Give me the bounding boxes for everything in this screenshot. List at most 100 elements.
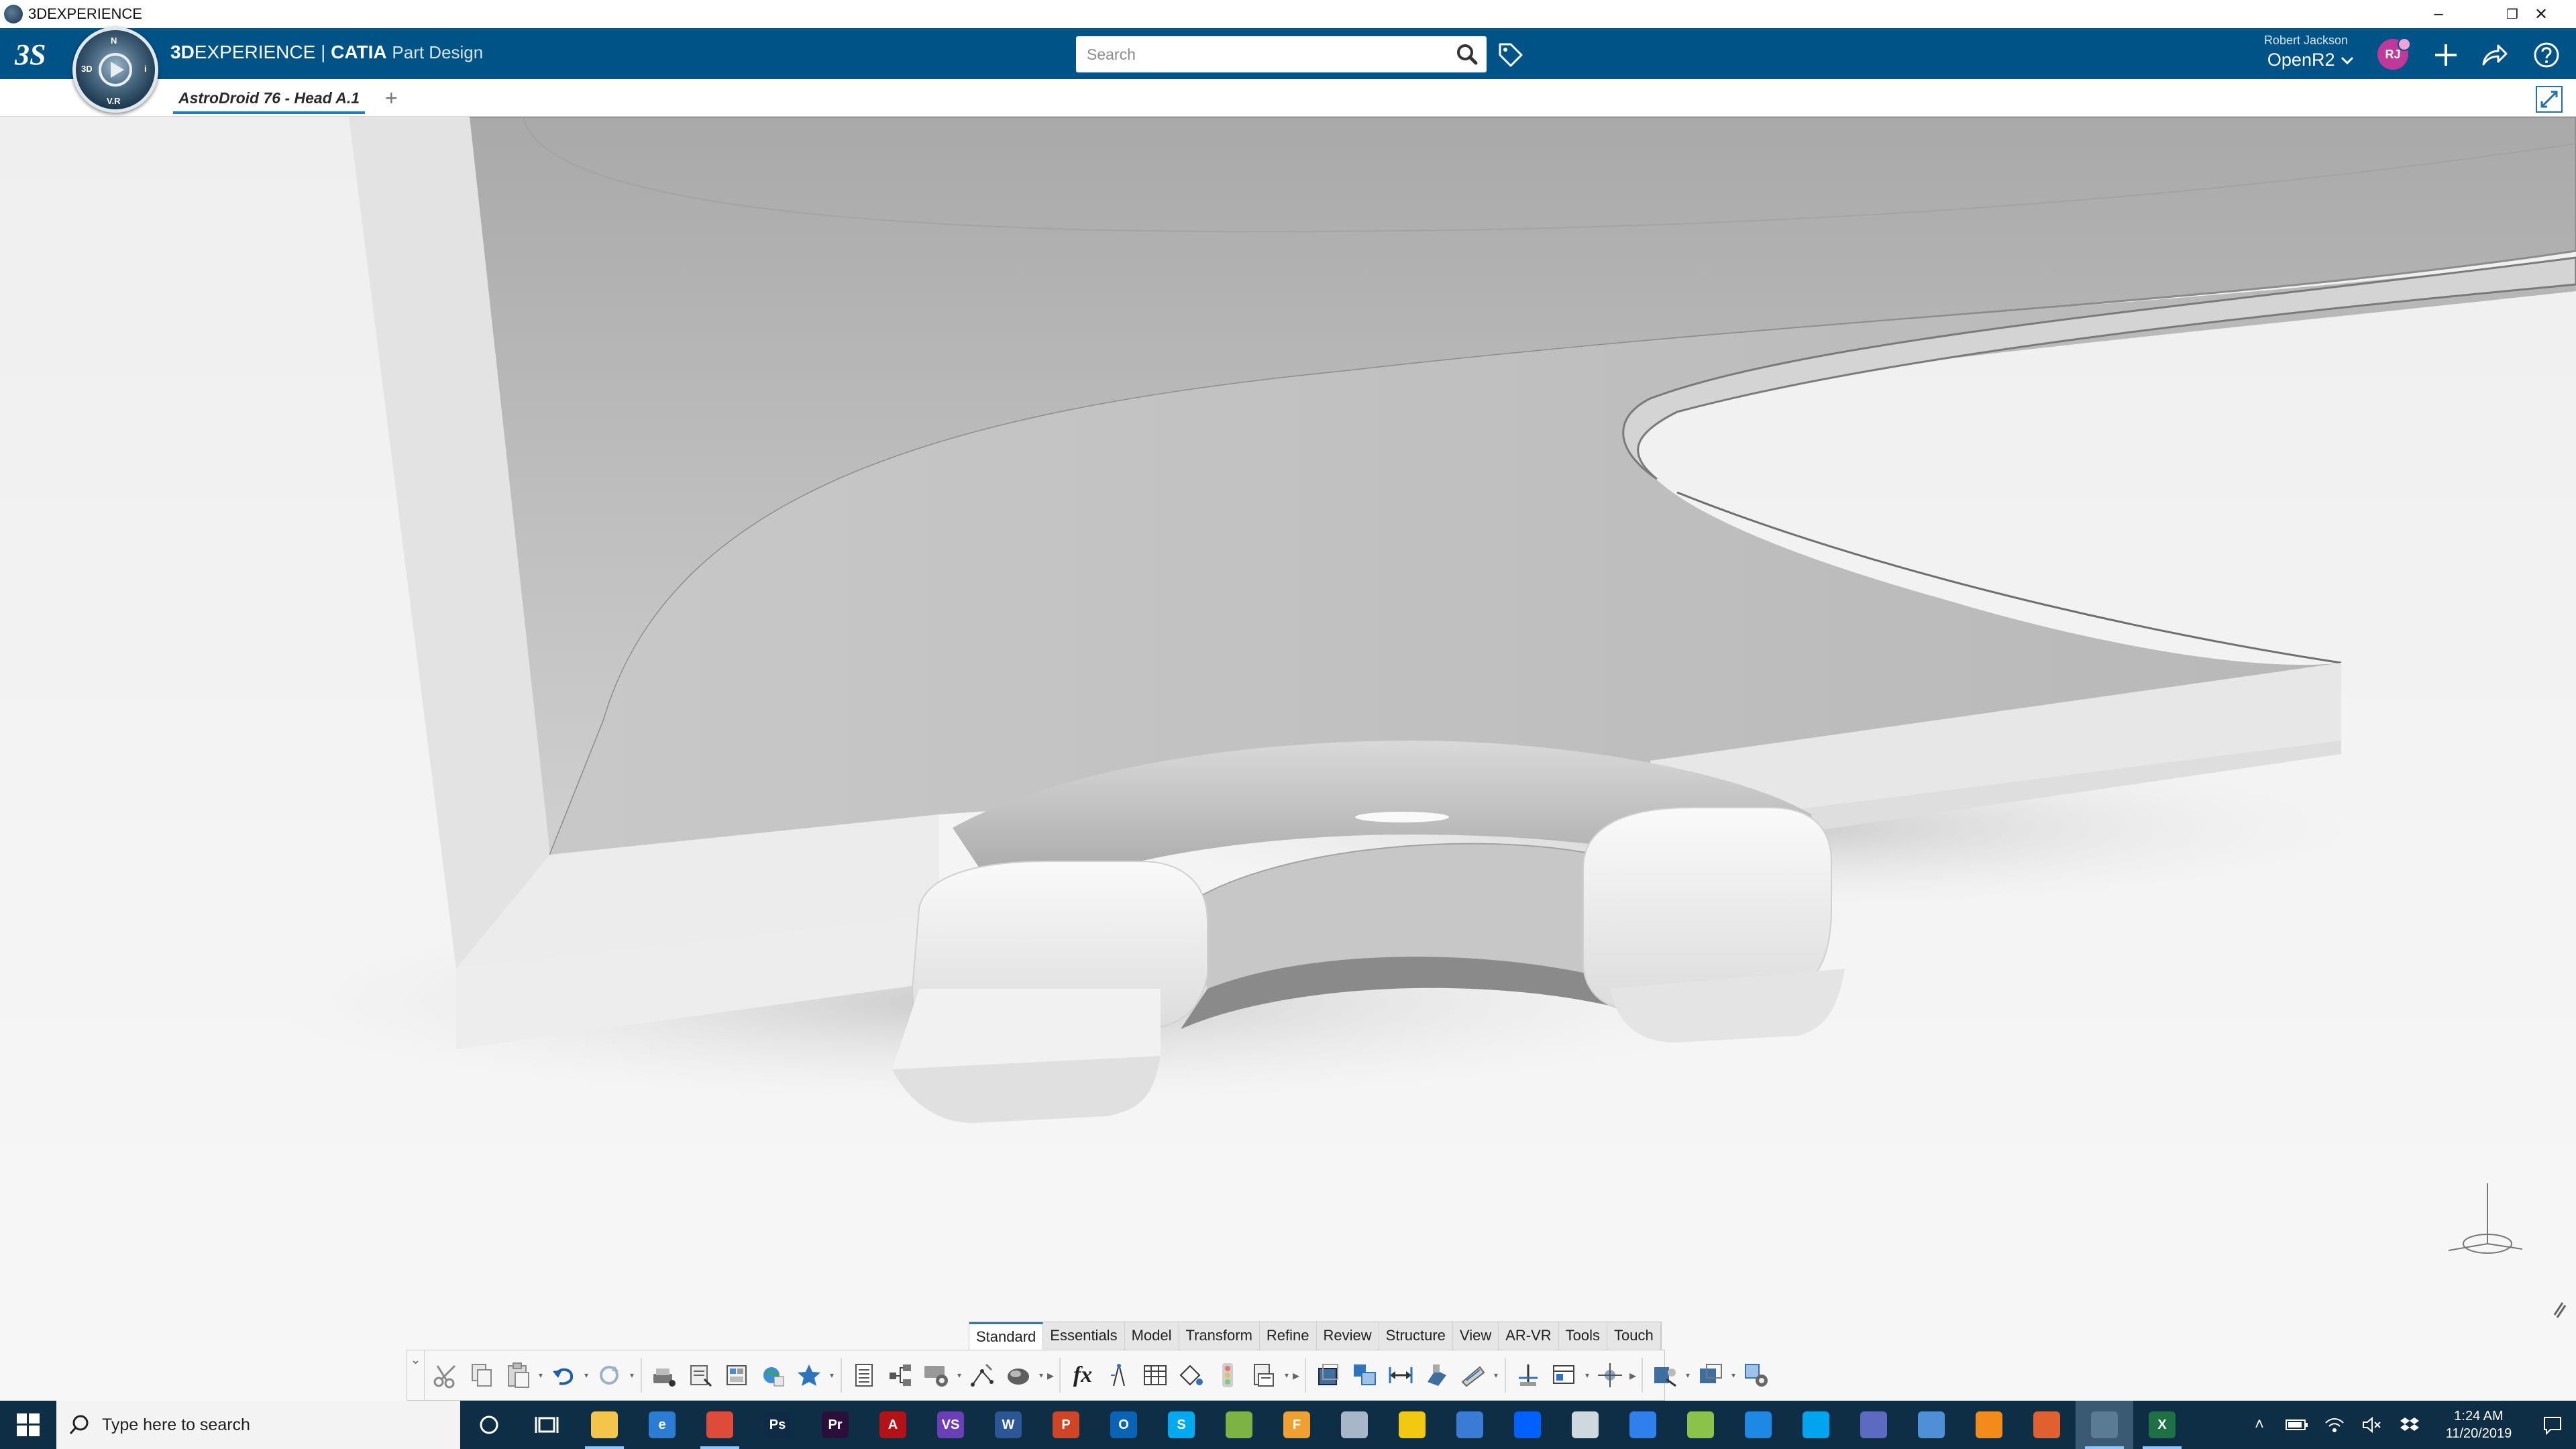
taskbar-app-virtualbox[interactable] bbox=[1326, 1401, 1383, 1449]
dassault-logo-icon[interactable]: 3S bbox=[13, 35, 60, 72]
render-style-button[interactable] bbox=[1000, 1356, 1036, 1395]
paste-button[interactable] bbox=[500, 1356, 536, 1395]
tree-button[interactable] bbox=[882, 1356, 918, 1395]
settings-dropdown-icon[interactable]: ▾ bbox=[955, 1371, 964, 1380]
publish-dropdown-icon[interactable]: ▾ bbox=[1683, 1371, 1693, 1380]
measure-button[interactable] bbox=[964, 1356, 1000, 1395]
section-button[interactable] bbox=[1310, 1356, 1346, 1395]
taskbar-app-acrobat[interactable]: A bbox=[864, 1401, 922, 1449]
undo-dropdown-icon[interactable]: ▾ bbox=[582, 1371, 591, 1380]
taskbar-app-remote-desktop[interactable] bbox=[1902, 1401, 1960, 1449]
taskbar-app-word[interactable]: W bbox=[979, 1401, 1037, 1449]
battery-icon[interactable] bbox=[2278, 1401, 2316, 1449]
table-view-button[interactable] bbox=[718, 1356, 755, 1395]
taskbar-app-messenger[interactable] bbox=[1787, 1401, 1845, 1449]
system-clock[interactable]: 1:24 AM 11/20/2019 bbox=[2428, 1407, 2529, 1442]
collapse-action-bar-button[interactable]: ⌄ bbox=[407, 1350, 425, 1401]
help-icon[interactable] bbox=[2530, 39, 2563, 71]
taskbar-app-chrome[interactable] bbox=[691, 1401, 749, 1449]
taskbar-app-power-bi[interactable] bbox=[1383, 1401, 1441, 1449]
settings-button[interactable] bbox=[918, 1356, 955, 1395]
taskbar-app-app-23[interactable] bbox=[1845, 1401, 1902, 1449]
paste-dropdown-icon[interactable]: ▾ bbox=[536, 1371, 545, 1380]
play-icon[interactable] bbox=[99, 53, 132, 87]
robot-button[interactable] bbox=[1592, 1356, 1628, 1395]
tray-overflow-chevron-icon[interactable]: ˄ bbox=[2241, 1401, 2278, 1449]
taskbar-app-store[interactable] bbox=[1729, 1401, 1787, 1449]
taskbar-app-3d-builder[interactable] bbox=[1672, 1401, 1729, 1449]
taskbar-app-cloud-app[interactable] bbox=[1556, 1401, 1614, 1449]
parameters-button[interactable] bbox=[1246, 1356, 1282, 1395]
taskbar-app-edge[interactable]: e bbox=[633, 1401, 691, 1449]
tools-options-button[interactable] bbox=[1738, 1356, 1774, 1395]
task-view-button[interactable] bbox=[518, 1401, 576, 1449]
collab-space-selector[interactable]: OpenR2 bbox=[2214, 50, 2355, 70]
hide-show-button[interactable] bbox=[646, 1356, 682, 1395]
close-button[interactable]: ✕ bbox=[2506, 0, 2576, 28]
share-icon[interactable] bbox=[2478, 39, 2510, 71]
update-button[interactable] bbox=[591, 1356, 627, 1395]
taskbar-app-visual-studio[interactable]: VS bbox=[922, 1401, 979, 1449]
update-dropdown-icon[interactable]: ▾ bbox=[627, 1371, 637, 1380]
knowledge-button[interactable] bbox=[1101, 1356, 1137, 1395]
volume-muted-icon[interactable] bbox=[2353, 1401, 2391, 1449]
favorites-button[interactable] bbox=[791, 1356, 827, 1395]
distance-button[interactable] bbox=[1383, 1356, 1419, 1395]
design-table-button[interactable] bbox=[1137, 1356, 1173, 1395]
compass-widget[interactable]: N 3D i V.R bbox=[72, 27, 158, 113]
render-style-dropdown-icon[interactable]: ▾ bbox=[1036, 1371, 1046, 1380]
capture-dropdown-icon[interactable]: ▾ bbox=[1729, 1371, 1738, 1380]
add-icon[interactable] bbox=[2430, 39, 2462, 71]
publish-button[interactable] bbox=[1647, 1356, 1683, 1395]
more-tools-arrow-icon[interactable]: ▸ bbox=[1046, 1367, 1055, 1384]
taskbar-app-dropbox[interactable] bbox=[1499, 1401, 1556, 1449]
3d-viewport[interactable] bbox=[0, 117, 2576, 1401]
taskbar-app-powerpoint[interactable]: P bbox=[1037, 1401, 1095, 1449]
dropbox-tray-icon[interactable] bbox=[2391, 1401, 2428, 1449]
check-button[interactable] bbox=[1210, 1356, 1246, 1395]
view-options-button[interactable] bbox=[1546, 1356, 1582, 1395]
taskbar-app-vpn-app[interactable] bbox=[1614, 1401, 1672, 1449]
copy-button[interactable] bbox=[464, 1356, 500, 1395]
taskbar-app-skype[interactable]: S bbox=[1152, 1401, 1210, 1449]
tab-standard[interactable]: Standard bbox=[969, 1322, 1044, 1350]
cortana-button[interactable] bbox=[460, 1401, 518, 1449]
tab-view[interactable]: View bbox=[1453, 1322, 1499, 1350]
draft-analysis-button[interactable] bbox=[1455, 1356, 1491, 1395]
taskbar-app-github[interactable] bbox=[1441, 1401, 1499, 1449]
rule-button[interactable] bbox=[1173, 1356, 1210, 1395]
formula-button[interactable]: fx bbox=[1065, 1356, 1101, 1395]
tab-review[interactable]: Review bbox=[1317, 1322, 1379, 1350]
part-model-render[interactable] bbox=[0, 117, 2576, 1401]
tag-icon[interactable] bbox=[1496, 40, 1525, 70]
taskbar-app-matlab[interactable] bbox=[2018, 1401, 2076, 1449]
taskbar-app-greenshot[interactable] bbox=[1210, 1401, 1268, 1449]
parameters-dropdown-icon[interactable]: ▾ bbox=[1282, 1371, 1291, 1380]
tab-ar-vr[interactable]: AR-VR bbox=[1499, 1322, 1559, 1350]
undo-button[interactable] bbox=[545, 1356, 582, 1395]
tab-structure[interactable]: Structure bbox=[1379, 1322, 1453, 1350]
tab-model[interactable]: Model bbox=[1125, 1322, 1179, 1350]
taskbar-app-fusion[interactable]: F bbox=[1268, 1401, 1326, 1449]
start-button[interactable] bbox=[0, 1401, 56, 1449]
compare-button[interactable] bbox=[1346, 1356, 1383, 1395]
taskbar-app-excel[interactable]: X bbox=[2133, 1401, 2191, 1449]
properties-button[interactable] bbox=[682, 1356, 718, 1395]
tab-essentials[interactable]: Essentials bbox=[1043, 1322, 1125, 1350]
taskbar-app-premiere[interactable]: Pr bbox=[806, 1401, 864, 1449]
user-avatar[interactable]: RJ bbox=[2377, 38, 2411, 70]
capture-button[interactable] bbox=[1693, 1356, 1729, 1395]
add-tab-button[interactable]: + bbox=[385, 83, 398, 113]
cut-button[interactable] bbox=[427, 1356, 464, 1395]
search-input[interactable] bbox=[1076, 36, 1438, 72]
taskbar-app-vlc[interactable] bbox=[1960, 1401, 2018, 1449]
taskbar-search-box[interactable]: Type here to search bbox=[56, 1401, 460, 1449]
taskbar-app-outlook[interactable]: O bbox=[1095, 1401, 1152, 1449]
more-tools-arrow-icon[interactable]: ▸ bbox=[1628, 1367, 1638, 1384]
taskbar-app-file-explorer[interactable] bbox=[576, 1401, 633, 1449]
analysis-dropdown-icon[interactable]: ▾ bbox=[1491, 1371, 1501, 1380]
tab-transform[interactable]: Transform bbox=[1179, 1322, 1260, 1350]
tab-document[interactable]: AstroDroid 76 - Head A.1 bbox=[173, 85, 366, 114]
tab-touch[interactable]: Touch bbox=[1607, 1322, 1661, 1350]
favorites-dropdown-icon[interactable]: ▾ bbox=[827, 1371, 837, 1380]
